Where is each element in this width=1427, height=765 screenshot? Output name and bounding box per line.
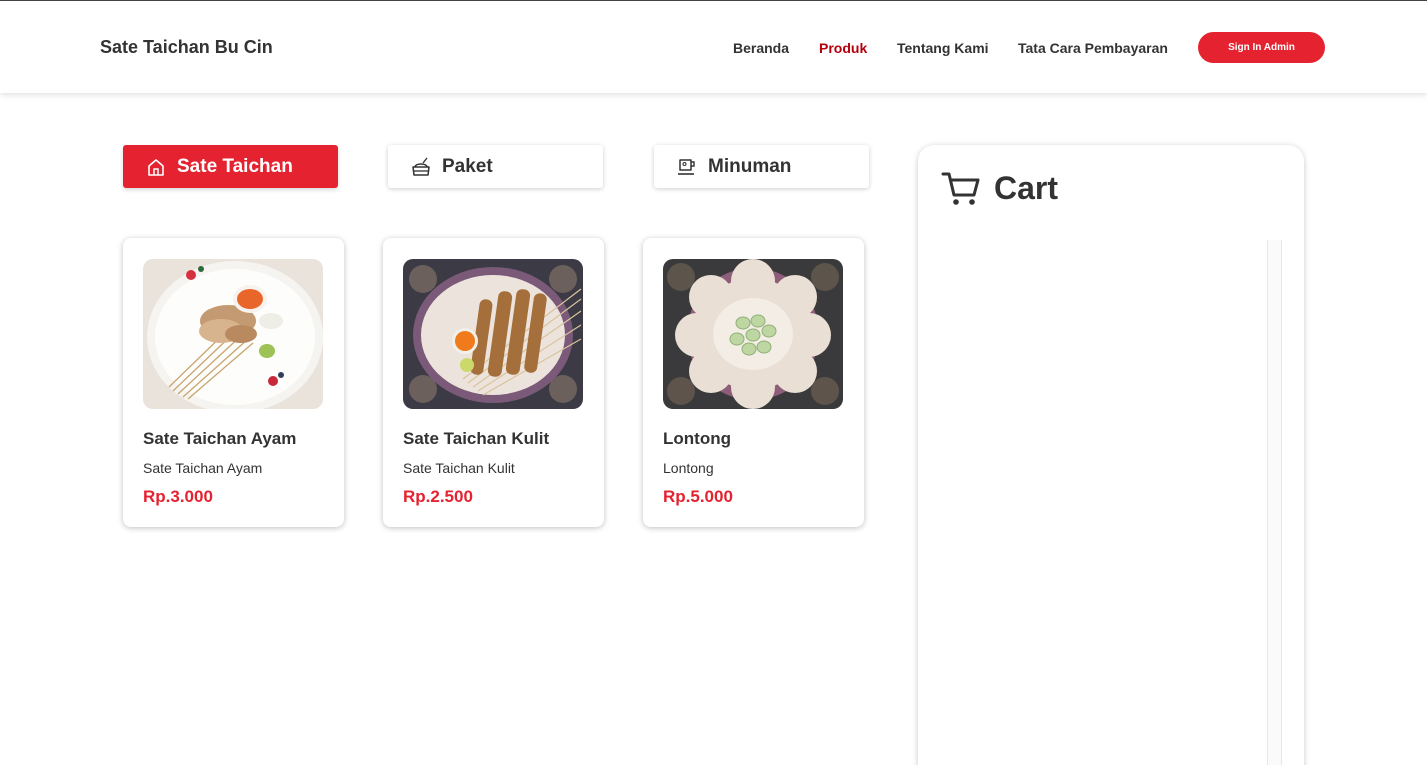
food-package-icon	[412, 157, 430, 176]
cart-scrollbar[interactable]	[1267, 240, 1282, 765]
cart-title: Cart	[994, 170, 1059, 206]
house-icon	[148, 159, 164, 176]
drink-cup-icon	[678, 159, 695, 175]
tab-label: Paket	[442, 156, 493, 177]
nav-link-beranda[interactable]: Beranda	[733, 40, 789, 56]
shopping-cart-icon	[941, 172, 980, 205]
product-description: Sate Taichan Kulit	[403, 460, 515, 476]
tab-label: Minuman	[708, 156, 792, 177]
product-card-sate-taichan-kulit[interactable]: Sate Taichan Kulit Sate Taichan Kulit Rp…	[383, 238, 604, 527]
navbar: Sate Taichan Bu Cin Beranda Produk Tenta…	[0, 1, 1427, 93]
product-card-lontong[interactable]: Lontong Lontong Rp.5.000	[643, 238, 864, 527]
tab-minuman[interactable]: Minuman	[654, 145, 869, 188]
sign-in-admin-button[interactable]: Sign In Admin	[1198, 32, 1325, 63]
lontong-plate-photo	[663, 259, 843, 409]
product-name: Sate Taichan Kulit	[403, 429, 550, 448]
product-card-sate-taichan-ayam[interactable]: Sate Taichan Ayam Sate Taichan Ayam Rp.3…	[123, 238, 344, 527]
product-name: Sate Taichan Ayam	[143, 429, 297, 448]
tab-paket[interactable]: Paket	[388, 145, 603, 188]
cart-panel: Cart	[918, 145, 1304, 765]
nav-link-tata-cara-pembayaran[interactable]: Tata Cara Pembayaran	[1018, 40, 1168, 56]
chicken-satay-plate-photo	[143, 259, 323, 409]
product-price: Rp.2.500	[403, 487, 473, 506]
nav-link-produk[interactable]: Produk	[819, 40, 867, 56]
tab-label: Sate Taichan	[177, 156, 293, 177]
product-name: Lontong	[663, 429, 731, 448]
product-description: Sate Taichan Ayam	[143, 460, 263, 476]
skin-satay-plate-photo	[403, 259, 583, 409]
product-price: Rp.5.000	[663, 487, 733, 506]
product-price: Rp.3.000	[143, 487, 213, 506]
product-description: Lontong	[663, 460, 714, 476]
tab-sate-taichan[interactable]: Sate Taichan	[123, 145, 338, 188]
nav-link-tentang-kami[interactable]: Tentang Kami	[897, 40, 989, 56]
